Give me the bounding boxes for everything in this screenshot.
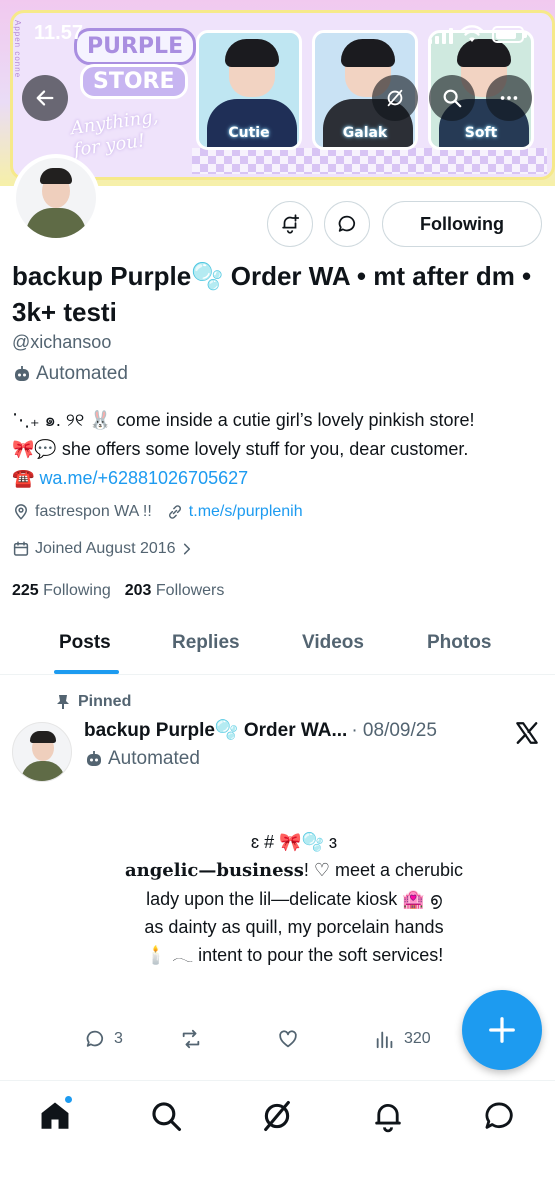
- active-tab-indicator: [54, 670, 119, 674]
- bio-line: ⋱₊ ๑. ୨୧ 🐰 come inside a cutie girl’s lo…: [12, 410, 475, 430]
- post-date[interactable]: · 08/09/25: [351, 720, 437, 742]
- search-button[interactable]: [429, 75, 475, 121]
- post-text-rest: ! ♡ meet a cherubic: [303, 860, 464, 880]
- post-text-line: lady upon the lil—delicate kiosk 🏩 ൭: [146, 889, 442, 909]
- chevron-right-icon: [183, 543, 190, 555]
- repost-button[interactable]: [180, 1028, 210, 1050]
- more-dots-icon: [500, 96, 518, 100]
- more-options-button[interactable]: [486, 75, 532, 121]
- profile-display-name: backup Purple🫧 Order WA • mt after dm • …: [12, 261, 532, 327]
- calendar-icon: [13, 541, 29, 556]
- followers-count: 203: [124, 582, 152, 599]
- post-text-line: 🕯️ 𓂃 intent to pour the soft services!: [144, 945, 444, 965]
- like-button[interactable]: [277, 1028, 307, 1050]
- following-count: 225: [12, 582, 39, 599]
- home-icon: [41, 1102, 69, 1129]
- wifi-icon: [460, 25, 484, 42]
- nav-notifications[interactable]: [371, 1099, 407, 1135]
- pinned-indicator: Pinned: [56, 693, 131, 711]
- arrow-left-icon: [36, 90, 54, 106]
- grok-icon: [387, 89, 403, 107]
- views-button[interactable]: 320: [374, 1028, 431, 1050]
- tab-posts[interactable]: Posts: [59, 632, 111, 654]
- pin-icon: [57, 695, 69, 709]
- phone-emoji: ☎️: [12, 468, 35, 488]
- message-button[interactable]: [324, 201, 370, 247]
- notification-dot: [64, 1095, 73, 1104]
- profile-meta-row: fastrespon WA !! t.me/s/purplenih: [12, 503, 303, 521]
- tab-photos[interactable]: Photos: [427, 632, 491, 654]
- profile-website-link[interactable]: t.me/s/purplenih: [189, 503, 303, 521]
- post-text: ɛ # 🎀🫧 ɜ angelic—business! ♡ meet a cher…: [84, 828, 504, 969]
- bottom-navigation: [0, 1080, 555, 1200]
- reply-count: 3: [114, 1030, 123, 1047]
- post-author-name[interactable]: backup Purple🫧 Order WA...: [84, 718, 347, 742]
- plus-icon: [489, 1017, 515, 1043]
- bio-line: 🎀💬 she offers some lovely stuff for you,…: [12, 439, 469, 459]
- profile-counts: 225 Following 203 Followers: [12, 582, 224, 600]
- post-text-bold: angelic—business: [124, 860, 304, 881]
- status-time: 11.57: [34, 22, 83, 44]
- tab-replies[interactable]: Replies: [172, 632, 240, 654]
- cellular-signal-icon: [428, 28, 454, 44]
- link-icon: [168, 505, 181, 519]
- notification-subscribe-button[interactable]: [267, 201, 313, 247]
- post-automated-label: Automated: [84, 748, 200, 770]
- followers-count-link[interactable]: 203 Followers: [125, 582, 225, 600]
- profile-joined-date: Joined August 2016: [35, 540, 176, 557]
- profile-bio: ⋱₊ ๑. ୨୧ 🐰 come inside a cutie girl’s lo…: [12, 406, 548, 493]
- heart-icon: [279, 1030, 297, 1048]
- bot-icon: [87, 751, 101, 766]
- pinned-label: Pinned: [78, 693, 132, 710]
- bot-icon: [15, 366, 29, 381]
- profile-location: fastrespon WA !!: [35, 503, 152, 520]
- grok-icon: [264, 1100, 290, 1132]
- nav-messages[interactable]: [482, 1099, 518, 1135]
- profile-handle: @xichansoo: [12, 332, 112, 352]
- banner-logo-line2: STORE: [80, 64, 188, 99]
- reply-icon: [86, 1030, 103, 1047]
- reply-button[interactable]: 3: [84, 1028, 123, 1050]
- following-count-link[interactable]: 225 Following: [12, 582, 111, 600]
- bell-icon: [375, 1103, 401, 1133]
- battery-icon: [492, 26, 527, 43]
- following-count-label: Following: [43, 582, 111, 599]
- followers-count-label: Followers: [155, 582, 225, 599]
- post-header: backup Purple🫧 Order WA... · 08/09/25: [84, 718, 437, 742]
- back-button[interactable]: [22, 75, 68, 121]
- chat-bubble-icon: [338, 215, 355, 232]
- post-author-avatar[interactable]: [12, 722, 72, 782]
- banner-photo-label: Soft: [464, 125, 498, 141]
- profile-joined-row[interactable]: Joined August 2016: [12, 540, 199, 558]
- profile-avatar[interactable]: [12, 154, 100, 242]
- banner-photo-label: Galak: [342, 125, 388, 141]
- repost-icon: [182, 1029, 200, 1049]
- location-pin-icon: [14, 504, 28, 520]
- search-icon: [443, 89, 462, 108]
- compose-button[interactable]: [462, 990, 542, 1070]
- post-text-line: ɛ # 🎀🫧 ɜ: [250, 832, 338, 852]
- profile-tabs: Posts Replies Videos Photos: [0, 618, 555, 675]
- automated-label[interactable]: Automated: [12, 363, 128, 385]
- bell-plus-icon: [282, 214, 300, 234]
- nav-grok[interactable]: [260, 1099, 296, 1135]
- search-icon: [152, 1102, 182, 1132]
- following-button[interactable]: Following: [382, 201, 542, 247]
- bar-chart-icon: [376, 1031, 393, 1049]
- banner-checker-pattern: [192, 148, 547, 174]
- bio-whatsapp-link[interactable]: wa.me/+62881026705627: [39, 468, 248, 488]
- x-logo-icon[interactable]: [514, 720, 540, 746]
- post-automated-text: Automated: [108, 748, 200, 769]
- status-bar: 11.57: [0, 0, 555, 56]
- tab-videos[interactable]: Videos: [302, 632, 364, 654]
- chat-bubble-icon: [485, 1102, 513, 1129]
- grok-button[interactable]: [372, 75, 418, 121]
- nav-home[interactable]: [38, 1095, 74, 1135]
- views-count: 320: [404, 1030, 431, 1047]
- post-text-line: as dainty as quill, my porcelain hands: [144, 917, 444, 937]
- nav-search[interactable]: [149, 1099, 185, 1135]
- banner-photo-label: Cutie: [228, 125, 270, 141]
- automated-text: Automated: [36, 363, 128, 384]
- post-text-line: angelic—business! ♡ meet a cherubic: [84, 856, 504, 885]
